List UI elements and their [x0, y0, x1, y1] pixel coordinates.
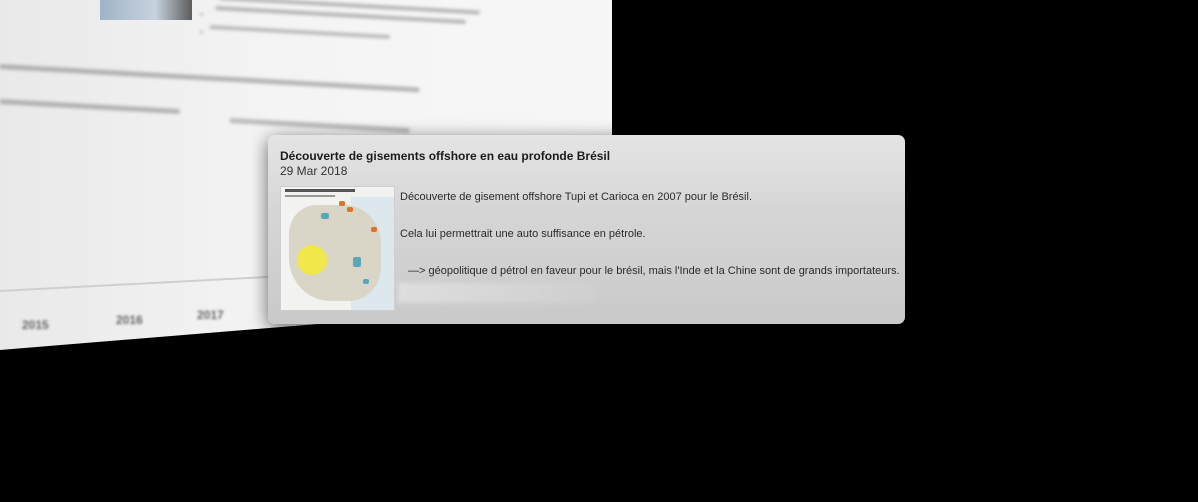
event-title: Découverte de gisements offshore en eau … — [280, 149, 611, 163]
map-caption-line — [285, 195, 335, 197]
background-bullet: - — [199, 8, 204, 21]
background-thumbnail — [100, 0, 192, 20]
background-text-line — [0, 99, 180, 115]
map-field — [363, 279, 369, 284]
map-highlight-circle — [297, 245, 327, 275]
event-paragraph: —> géopolitique d pétrol en faveur pour … — [408, 265, 900, 277]
card-reflection — [398, 283, 598, 303]
event-card[interactable]: Découverte de gisements offshore en eau … — [268, 135, 905, 324]
app-stage: - - 2015 2016 2017 Découverte de gisemen… — [0, 0, 1198, 502]
event-paragraph: Cela lui permettrait une auto suffisance… — [400, 228, 646, 240]
map-field — [321, 213, 329, 219]
timeline-year-label: 2017 — [197, 308, 224, 322]
brazil-oil-map-image — [280, 186, 395, 311]
event-date: 29 Mar 2018 — [280, 164, 348, 178]
map-marker — [339, 201, 345, 206]
map-marker — [347, 207, 353, 212]
timeline-year-label: 2015 — [22, 318, 49, 332]
map-field — [353, 257, 361, 267]
timeline-year-label: 2016 — [116, 313, 143, 327]
background-text-line — [229, 118, 410, 134]
event-paragraph: Découverte de gisement offshore Tupi et … — [400, 191, 752, 203]
background-text-line — [209, 25, 390, 40]
background-bullet: - — [199, 26, 204, 39]
map-marker — [371, 227, 377, 232]
background-text-line — [0, 64, 420, 93]
map-caption-line — [285, 189, 355, 192]
